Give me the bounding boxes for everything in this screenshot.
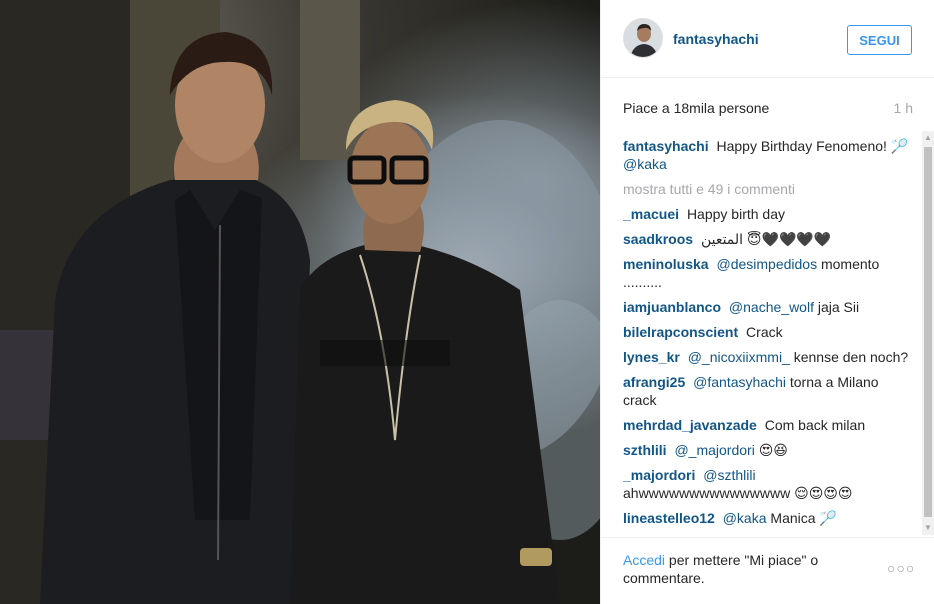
comment-username[interactable]: iamjuanblanco	[623, 299, 721, 315]
comment-username[interactable]: lineastelleo12	[623, 510, 715, 526]
comment-text: 😍😆	[758, 442, 788, 458]
comment-item: szthlili @_majordori 😍😆	[623, 441, 915, 459]
comment-username[interactable]: afrangi25	[623, 374, 685, 390]
post-header: fantasyhachi SEGUI	[601, 0, 934, 78]
comment-mention[interactable]: @nache_wolf	[729, 299, 814, 315]
comment-item: iamjuanblanco @nache_wolf jaja Sii	[623, 298, 915, 316]
caption-text: Happy Birthday Fenomeno! 🏸	[716, 138, 909, 154]
instagram-post: fantasyhachi SEGUI Piace a 18mila person…	[0, 0, 934, 604]
comment-mention[interactable]: @_nicoxiixmmi_	[688, 349, 790, 365]
more-options-icon[interactable]: ○○○	[887, 560, 915, 576]
comment-item: mehrdad_javanzade Com back milan	[623, 416, 915, 434]
comment-username[interactable]: _majordori	[623, 467, 695, 483]
scroll-up-arrow-icon[interactable]: ▲	[922, 131, 934, 145]
likes-row: Piace a 18mila persone 1 h	[623, 100, 913, 120]
likes-count[interactable]: Piace a 18mila persone	[623, 100, 769, 116]
comment-username[interactable]: lynes_kr	[623, 349, 680, 365]
comment-text: jaja Sii	[817, 299, 860, 315]
comment-text: ahwwwwwwwwwwwwwww 😌😍😍😍	[623, 485, 853, 501]
avatar-photo	[624, 19, 662, 57]
scroll-down-arrow-icon[interactable]: ▼	[922, 521, 934, 535]
comment-item: saadkroos المتعين 😇🖤🖤🖤🖤	[623, 230, 915, 248]
comments-scrollbar[interactable]: ▲ ▼	[922, 131, 934, 535]
comment-mention[interactable]: @_majordori	[674, 442, 754, 458]
comment-item: bilelrapconscient Crack	[623, 323, 915, 341]
comment-username[interactable]: bilelrapconscient	[623, 324, 738, 340]
comment-item: afrangi25 @fantasyhachi torna a Milano c…	[623, 373, 915, 409]
show-all-comments-link[interactable]: mostra tutti e 49 i commenti	[623, 180, 915, 198]
avatar[interactable]	[623, 18, 663, 58]
comment-mention[interactable]: @desimpedidos	[716, 256, 817, 272]
post-time[interactable]: 1 h	[894, 100, 913, 116]
post-side-panel: fantasyhachi SEGUI Piace a 18mila person…	[600, 0, 934, 604]
comment-text: Crack	[746, 324, 783, 340]
comment-username[interactable]: saadkroos	[623, 231, 693, 247]
comment-item: lineastelleo12 @kaka Manica 🏸	[623, 509, 915, 527]
comments-list: fantasyhachi Happy Birthday Fenomeno! 🏸 …	[623, 137, 915, 533]
follow-button[interactable]: SEGUI	[847, 25, 912, 55]
comment-text: Com back milan	[764, 417, 866, 433]
comment-mention[interactable]: @fantasyhachi	[693, 374, 786, 390]
comment-username[interactable]: szthlili	[623, 442, 667, 458]
comment-username[interactable]: _macuei	[623, 206, 679, 222]
post-photo[interactable]	[0, 0, 600, 604]
comment-username[interactable]: mehrdad_javanzade	[623, 417, 757, 433]
comment-text: Happy birth day	[686, 206, 785, 222]
comment-username[interactable]: meninoluska	[623, 256, 709, 272]
scrollbar-thumb[interactable]	[924, 147, 932, 517]
comment-mention[interactable]: @szthlili	[703, 467, 755, 483]
comment-text: kennse den noch?	[793, 349, 909, 365]
caption-username[interactable]: fantasyhachi	[623, 138, 709, 154]
login-prompt: Accedi per mettere "Mi piace" o commenta…	[623, 551, 863, 587]
comment-item: meninoluska @desimpedidos momento ......…	[623, 255, 915, 291]
comment-item: _macuei Happy birth day	[623, 205, 915, 223]
comment-item: _majordori @szthlili ahwwwwwwwwwwwwwww 😌…	[623, 466, 915, 502]
comment-item: lynes_kr @_nicoxiixmmi_ kennse den noch?	[623, 348, 915, 366]
post-author-username[interactable]: fantasyhachi	[673, 31, 759, 47]
comment-text: المتعين 😇🖤🖤🖤🖤	[700, 231, 832, 247]
login-link[interactable]: Accedi	[623, 552, 665, 568]
photo-illustration	[0, 0, 600, 604]
comment-mention[interactable]: @kaka	[723, 510, 767, 526]
post-footer: Accedi per mettere "Mi piace" o commenta…	[601, 537, 934, 604]
comment-text: Manica 🏸	[770, 510, 837, 526]
caption-mention[interactable]: @kaka	[623, 156, 667, 172]
caption: fantasyhachi Happy Birthday Fenomeno! 🏸 …	[623, 137, 915, 173]
